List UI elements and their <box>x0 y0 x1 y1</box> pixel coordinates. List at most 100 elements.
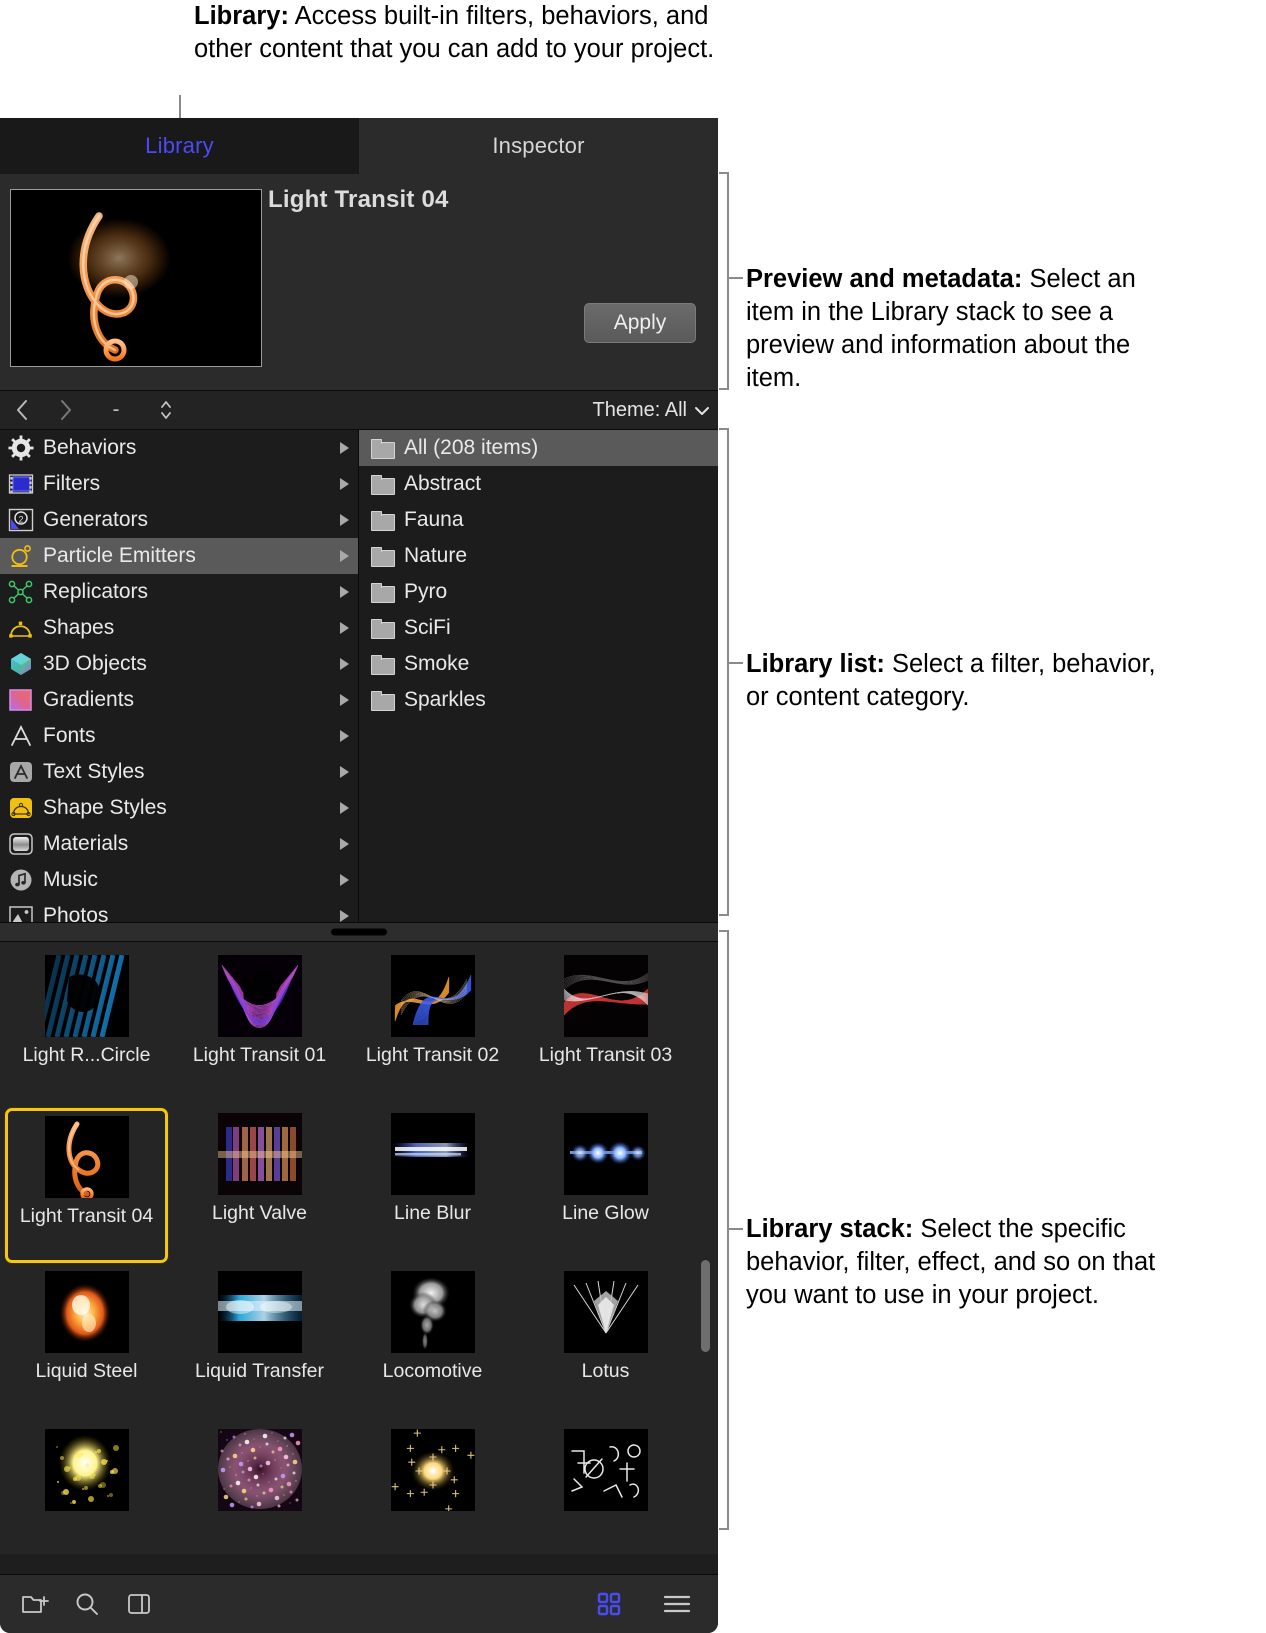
library-list-column[interactable]: BehaviorsFilters2GeneratorsParticle Emit… <box>0 430 359 922</box>
stack-scrollbar-thumb[interactable] <box>701 1260 710 1352</box>
stack-item-thumbnail <box>45 1116 129 1198</box>
stack-item[interactable]: Liquid Transfer <box>173 1266 346 1424</box>
stack-item[interactable]: Liquid Steel <box>0 1266 173 1424</box>
stack-item[interactable]: Line Glow <box>519 1108 692 1266</box>
thumbnail-art-orange-blue-wave <box>391 955 475 1037</box>
tab-library[interactable]: Library <box>0 118 359 174</box>
stack-item-thumbnail <box>564 1113 648 1195</box>
stack-item[interactable]: Lotus <box>519 1266 692 1424</box>
sidebar-item-gradients[interactable]: Gradients <box>0 682 358 718</box>
sidebar-item-text-styles[interactable]: Text Styles <box>0 754 358 790</box>
stack-item-box-selected[interactable]: Light Transit 04 <box>5 1108 168 1263</box>
stack-item[interactable]: Line Blur <box>346 1108 519 1266</box>
disclosure-arrow-icon[interactable] <box>340 550 349 562</box>
sidebar-item-particle-emitters[interactable]: Particle Emitters <box>0 538 358 574</box>
list-view-button[interactable] <box>660 1587 694 1621</box>
disclosure-arrow-icon[interactable] <box>340 802 349 814</box>
preview-area: Light Transit 04 Apply <box>0 174 718 390</box>
disclosure-arrow-icon[interactable] <box>340 874 349 886</box>
category-item-fauna[interactable]: Fauna <box>359 502 718 538</box>
thumbnail-art-blue-dots-glow <box>564 1113 648 1195</box>
stack-item-box[interactable] <box>5 1424 168 1554</box>
back-button[interactable] <box>0 391 44 429</box>
theme-dropdown[interactable]: Theme: All <box>593 391 710 429</box>
stack-item[interactable]: Light Valve <box>173 1108 346 1266</box>
stack-item-label: Light Transit 02 <box>366 1044 499 1067</box>
stack-item-box[interactable]: Light Transit 02 <box>351 950 514 1105</box>
leader-stack-bottom <box>719 1528 729 1530</box>
leader-stack-tick <box>729 1228 743 1230</box>
stack-item[interactable] <box>0 1424 173 1554</box>
disclosure-arrow-icon[interactable] <box>340 694 349 706</box>
disclosure-arrow-icon[interactable] <box>340 622 349 634</box>
category-item-scifi[interactable]: SciFi <box>359 610 718 646</box>
sidebar-item-replicators[interactable]: Replicators <box>0 574 358 610</box>
stack-item[interactable]: Light R...Circle <box>0 950 173 1108</box>
stack-item-box[interactable] <box>178 1424 341 1554</box>
sidebar-item-fonts[interactable]: Fonts <box>0 718 358 754</box>
category-item-all-208-items-[interactable]: All (208 items) <box>359 430 718 466</box>
stack-item-box[interactable]: Liquid Steel <box>5 1266 168 1421</box>
sidebar-item-filters[interactable]: Filters <box>0 466 358 502</box>
disclosure-arrow-icon[interactable] <box>340 658 349 670</box>
category-item-nature[interactable]: Nature <box>359 538 718 574</box>
disclosure-arrow-icon[interactable] <box>340 442 349 454</box>
category-list-column[interactable]: All (208 items)AbstractFaunaNaturePyroSc… <box>359 430 718 922</box>
splitter-handle[interactable] <box>0 922 718 942</box>
disclosure-arrow-icon[interactable] <box>340 514 349 526</box>
category-item-pyro[interactable]: Pyro <box>359 574 718 610</box>
sidebar-item-generators[interactable]: 2Generators <box>0 502 358 538</box>
sidebar-item-music[interactable]: Music <box>0 862 358 898</box>
stack-item-box[interactable]: Lotus <box>524 1266 687 1421</box>
grid-view-button[interactable] <box>592 1587 626 1621</box>
sidebar-panel-button[interactable] <box>122 1587 156 1621</box>
music-note-icon <box>8 867 34 893</box>
stack-item-box[interactable]: Light Transit 01 <box>178 950 341 1105</box>
stack-item[interactable]: Light Transit 02 <box>346 950 519 1108</box>
stack-item[interactable] <box>346 1424 519 1554</box>
stack-item-box[interactable]: Liquid Transfer <box>178 1266 341 1421</box>
tab-inspector[interactable]: Inspector <box>359 118 718 174</box>
category-item-abstract[interactable]: Abstract <box>359 466 718 502</box>
stack-item[interactable] <box>519 1424 692 1554</box>
apply-button[interactable]: Apply <box>584 303 696 343</box>
stack-item-box[interactable]: Locomotive <box>351 1266 514 1421</box>
forward-button[interactable] <box>44 391 88 429</box>
sidebar-item-label: Shape Styles <box>43 796 167 820</box>
stack-item[interactable] <box>173 1424 346 1554</box>
sidebar-item-shapes[interactable]: Shapes <box>0 610 358 646</box>
stack-item-box[interactable] <box>524 1424 687 1554</box>
stack-item[interactable]: Light Transit 04 <box>0 1108 173 1266</box>
particle-emitter-icon <box>8 543 34 569</box>
sort-stepper[interactable] <box>144 391 188 429</box>
stack-item-box[interactable] <box>351 1424 514 1554</box>
sidebar-item-materials[interactable]: Materials <box>0 826 358 862</box>
sidebar-item-3d-objects[interactable]: 3D Objects <box>0 646 358 682</box>
stack-item-box[interactable]: Light Transit 03 <box>524 950 687 1105</box>
sidebar-item-shape-styles[interactable]: Shape Styles <box>0 790 358 826</box>
thumbnail-art-gold-sparkle <box>391 1429 475 1511</box>
stack-item-box[interactable]: Line Glow <box>524 1108 687 1263</box>
callout-preview-bold: Preview and metadata: <box>746 265 1022 293</box>
stack-item[interactable]: Locomotive <box>346 1266 519 1424</box>
folder-icon <box>371 691 395 710</box>
disclosure-arrow-icon[interactable] <box>340 730 349 742</box>
stack-item[interactable]: Light Transit 03 <box>519 950 692 1108</box>
new-folder-button[interactable] <box>18 1587 52 1621</box>
disclosure-arrow-icon[interactable] <box>340 586 349 598</box>
stack-item-box[interactable]: Light Valve <box>178 1108 341 1263</box>
disclosure-arrow-icon[interactable] <box>340 478 349 490</box>
library-stack[interactable]: Light R...Circle Light Transit 01 Light … <box>0 942 718 1554</box>
sidebar-item-behaviors[interactable]: Behaviors <box>0 430 358 466</box>
stack-item-thumbnail <box>391 1271 475 1353</box>
stack-item-box[interactable]: Line Blur <box>351 1108 514 1263</box>
category-item-smoke[interactable]: Smoke <box>359 646 718 682</box>
disclosure-arrow-icon[interactable] <box>340 766 349 778</box>
category-item-sparkles[interactable]: Sparkles <box>359 682 718 718</box>
stack-item-box[interactable]: Light R...Circle <box>5 950 168 1105</box>
search-button[interactable] <box>70 1587 104 1621</box>
disclosure-arrow-icon[interactable] <box>340 838 349 850</box>
disclosure-arrow-icon[interactable] <box>340 910 349 922</box>
stack-item[interactable]: Light Transit 01 <box>173 950 346 1108</box>
tab-library-label: Library <box>145 133 214 159</box>
